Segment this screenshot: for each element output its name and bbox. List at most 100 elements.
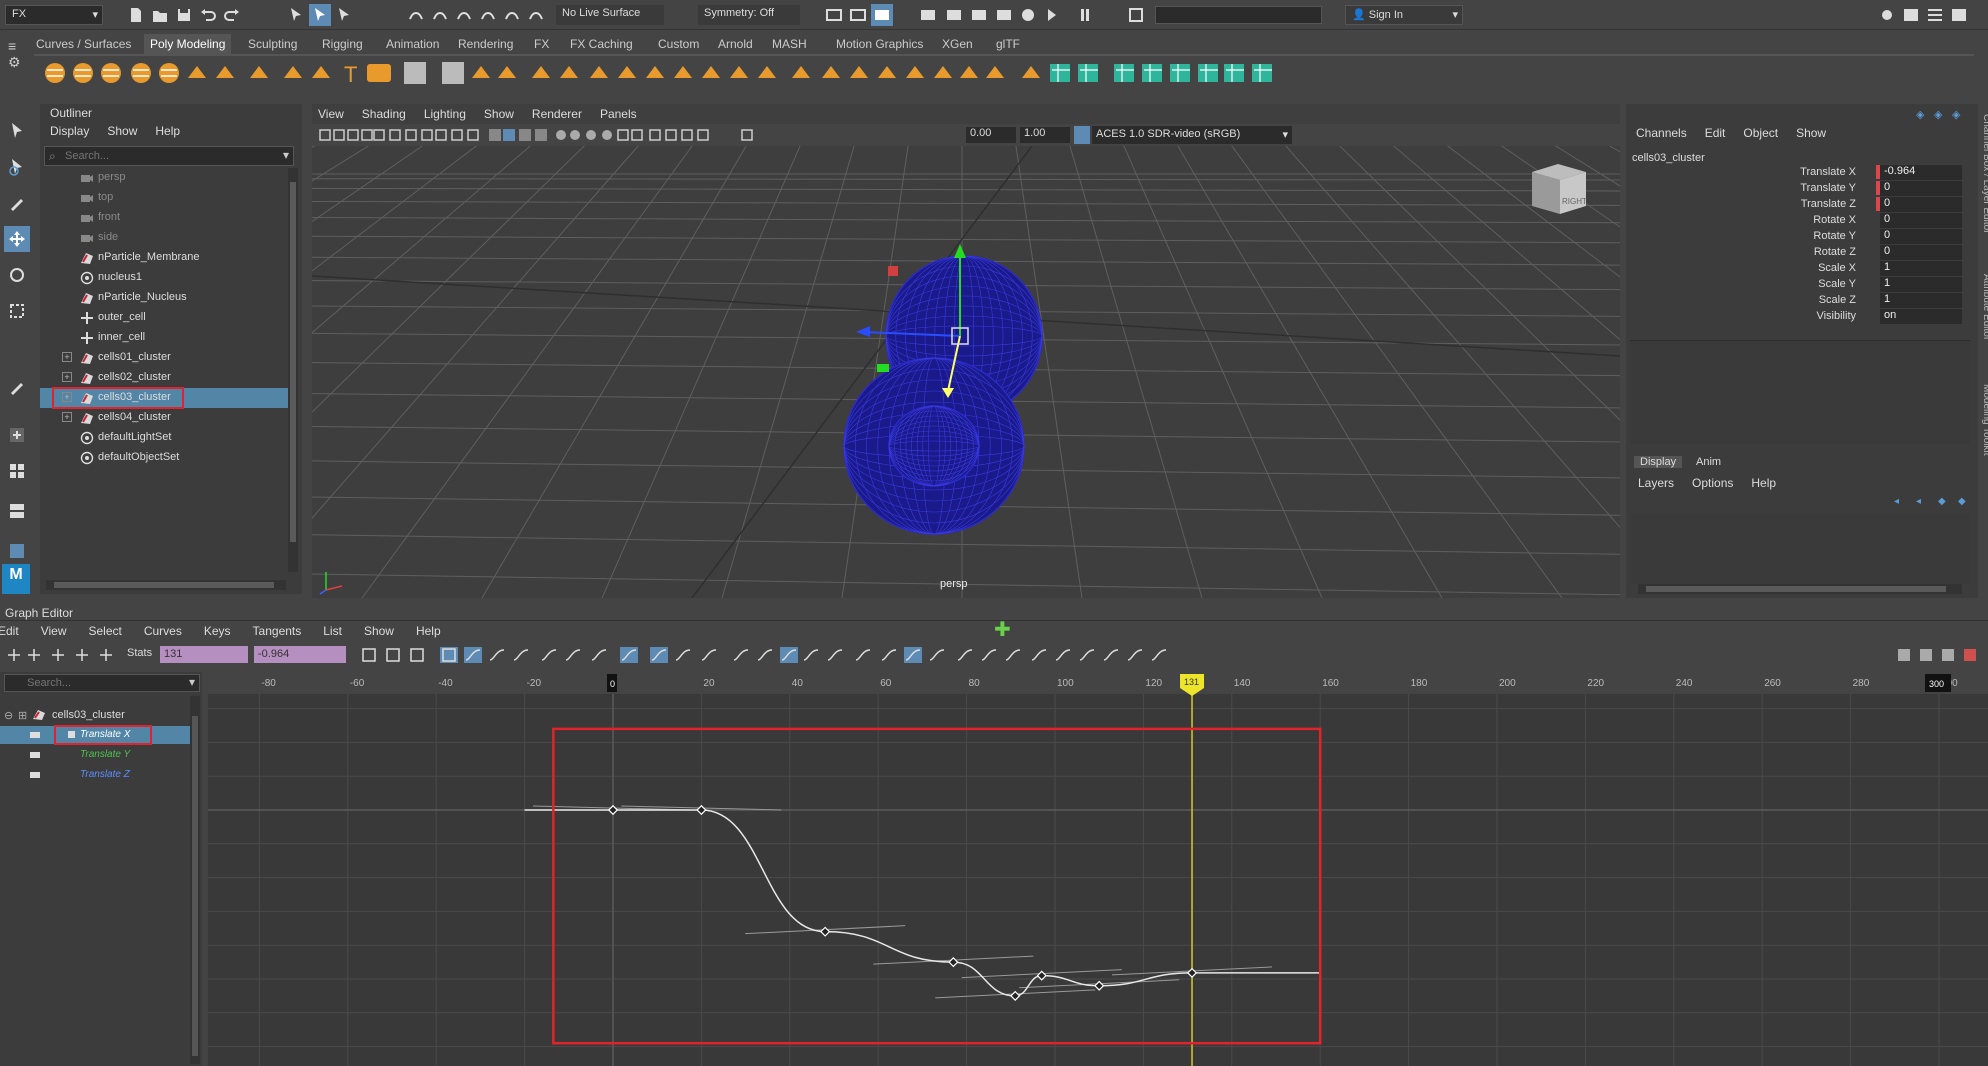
shelf-tab-rendering[interactable]: Rendering [452, 34, 519, 54]
keyframe[interactable] [1010, 990, 1021, 1001]
stack-view-icon[interactable] [980, 647, 998, 663]
svg-icon[interactable] [364, 58, 394, 88]
channel-box-side-tab[interactable]: Channel Box / Layer Editor [1972, 114, 1988, 264]
frame-all-icon[interactable] [360, 647, 378, 663]
layer-scrollbar[interactable] [1638, 584, 1962, 594]
retime-icon[interactable] [98, 647, 114, 663]
layer-menu-options[interactable]: Options [1692, 476, 1733, 490]
select-tool-icon[interactable] [4, 118, 30, 144]
antialias-icon[interactable] [616, 128, 630, 142]
connect-icon[interactable] [844, 58, 874, 88]
snap-surface-icon[interactable] [501, 4, 523, 26]
shelf-tab-animation[interactable]: Animation [380, 34, 445, 54]
wireframe-icon[interactable] [488, 128, 502, 142]
render-settings-icon[interactable] [968, 4, 990, 26]
symmetry-dropdown[interactable]: Symmetry: Off [698, 5, 800, 25]
viewport-menu-renderer[interactable]: Renderer [532, 107, 582, 121]
channel-box-toggle-icon[interactable] [1948, 4, 1970, 26]
outliner-item-nucleus1[interactable]: nucleus1 [40, 268, 292, 288]
soft-mod-icon[interactable] [1016, 58, 1046, 88]
layer-tab-anim[interactable]: Anim [1690, 456, 1727, 468]
resolution-gate-icon[interactable] [404, 128, 418, 142]
select-camera-icon[interactable] [318, 128, 332, 142]
channel-value-field[interactable]: 1 [1880, 293, 1962, 308]
key-stats-icon[interactable] [780, 647, 798, 663]
textured-icon[interactable] [534, 128, 548, 142]
translate-x-curve[interactable] [524, 809, 1321, 997]
move-key-icon[interactable] [6, 647, 22, 663]
move-layer-up-icon[interactable]: ◂ [1894, 496, 1908, 508]
shelf-tab-rigging[interactable]: Rigging [316, 34, 369, 54]
channel-scale-y[interactable]: Scale Y 1 [1626, 276, 1966, 292]
graph-menu-keys[interactable]: Keys [204, 624, 231, 638]
outliner-scrollbar-h[interactable] [46, 580, 286, 590]
stats-value-field[interactable]: -0.964 [254, 646, 346, 663]
outliner-item-inner-cell[interactable]: inner_cell [40, 328, 292, 348]
bridge-icon[interactable] [696, 58, 726, 88]
poly-cone-icon[interactable] [126, 58, 156, 88]
graph-node-row[interactable]: ⊖ ⊞ cells03_cluster [0, 708, 196, 724]
channel-rotate-y[interactable]: Rotate Y 0 [1626, 228, 1966, 244]
exposure-icon[interactable] [740, 128, 754, 142]
separate-icon[interactable] [554, 58, 584, 88]
graph-menu-list[interactable]: List [323, 624, 342, 638]
channel-grid-icon[interactable] [1896, 647, 1912, 663]
safe-action-icon[interactable] [450, 128, 464, 142]
absolute-view-icon[interactable] [1004, 647, 1022, 663]
denormalize-icon[interactable] [904, 647, 922, 663]
stats-frame-field[interactable]: 131 [160, 646, 248, 663]
arnold-render-icon[interactable] [1017, 4, 1039, 26]
toolbar-icon[interactable] [1924, 4, 1946, 26]
settings-icon[interactable] [1876, 4, 1898, 26]
bevel-icon[interactable] [752, 58, 782, 88]
new-layer-selected-icon[interactable]: ◆ [1958, 496, 1972, 508]
open-scene-icon[interactable] [149, 4, 171, 26]
snap-view-icon[interactable] [477, 4, 499, 26]
mirror-icon[interactable] [668, 58, 698, 88]
outliner-search-field[interactable]: ⌕ ▾ [44, 146, 294, 166]
channel-value-field[interactable]: 1 [1880, 261, 1962, 276]
redo-icon[interactable] [221, 4, 243, 26]
curve-visibility-icon[interactable] [30, 752, 40, 758]
channel-translate-x[interactable]: Translate X -0.964 [1626, 164, 1966, 180]
graph-menu-edit[interactable]: Edit [0, 624, 19, 638]
chevron-down-icon[interactable]: ▾ [189, 675, 195, 689]
channel-value-field[interactable]: 0 [1880, 197, 1962, 212]
viewport-menu-lighting[interactable]: Lighting [424, 107, 466, 121]
graph-search-field[interactable]: ▾ [4, 674, 200, 692]
viewport-menu-panels[interactable]: Panels [600, 107, 637, 121]
outliner-menu-show[interactable]: Show [107, 124, 137, 138]
select-object-icon[interactable] [309, 4, 331, 26]
tangent-weight-icon[interactable] [1102, 647, 1120, 663]
merge-icon[interactable] [816, 58, 846, 88]
smooth-shade-icon[interactable] [502, 128, 516, 142]
post-infinity-icon[interactable] [956, 647, 974, 663]
poly-sphere-icon[interactable] [40, 58, 70, 88]
channel-value-field[interactable]: 1 [1880, 277, 1962, 292]
outliner-item-defaultlightset[interactable]: defaultLightSet [40, 428, 292, 448]
snap-vertex-icon[interactable] [525, 4, 547, 26]
channel-translate-y[interactable]: Translate Y 0 [1626, 180, 1966, 196]
normalize-icon[interactable] [880, 647, 898, 663]
spread-icon[interactable] [1248, 58, 1278, 88]
collapse-icon[interactable]: ⊖ [4, 709, 13, 722]
end-frame-marker[interactable]: 300 [1929, 679, 1944, 689]
layout-outliner-icon[interactable] [4, 538, 30, 564]
poly-disc-icon[interactable] [210, 58, 240, 88]
snap-icon[interactable] [854, 647, 872, 663]
layout-two-icon[interactable] [4, 498, 30, 524]
shadows-icon[interactable] [568, 128, 582, 142]
outliner-item-cells02-cluster[interactable]: + cells02_cluster [40, 368, 292, 388]
poly-plane-icon[interactable] [182, 58, 212, 88]
motion-blur-icon[interactable] [600, 128, 614, 142]
outliner-item-cells04-cluster[interactable]: + cells04_cluster [40, 408, 292, 428]
xray-joints-icon[interactable] [680, 128, 694, 142]
combine-icon[interactable] [526, 58, 556, 88]
pin-icon[interactable] [1110, 58, 1140, 88]
expand-icon[interactable]: + [62, 372, 72, 382]
chevron-down-icon[interactable]: ▾ [283, 148, 289, 162]
viewport-canvas[interactable]: RIGHT [312, 146, 1620, 598]
curve-row-translate-y[interactable]: Translate Y [0, 746, 190, 764]
depth-of-field-icon[interactable] [630, 128, 644, 142]
ambient-occlusion-icon[interactable] [584, 128, 598, 142]
